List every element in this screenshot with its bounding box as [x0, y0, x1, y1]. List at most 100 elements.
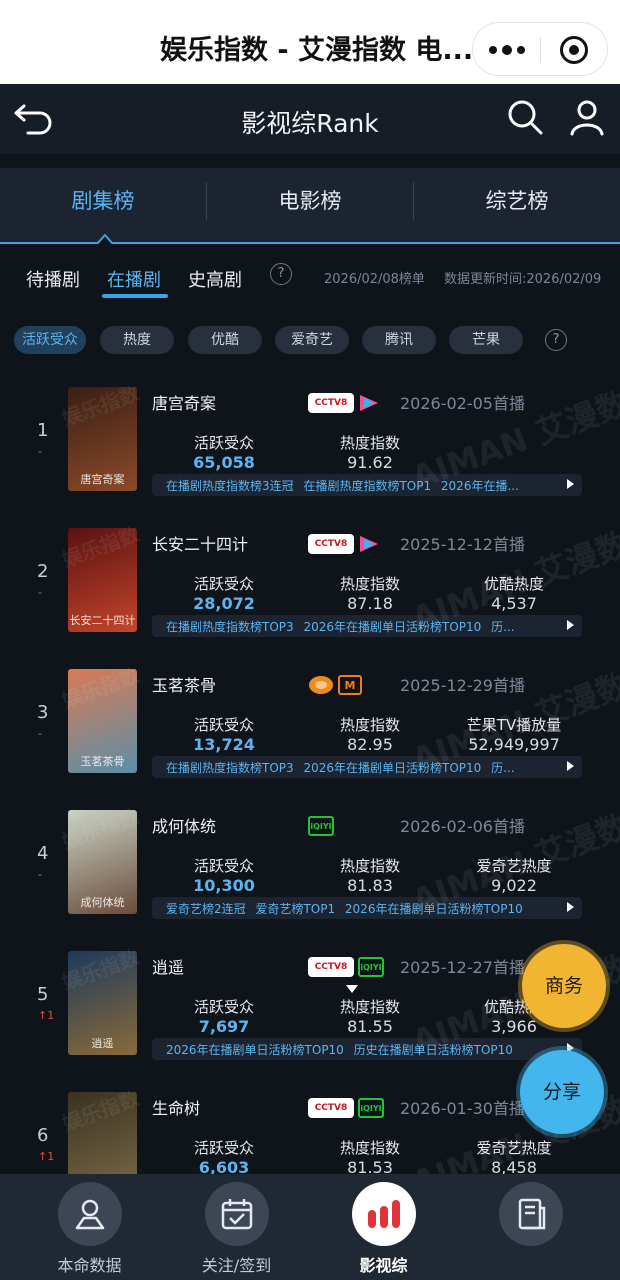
poster-image[interactable]: 唐宫奇案 — [68, 387, 137, 491]
stat-label: 热度指数 — [339, 998, 400, 1016]
list-item[interactable]: 3- 玉茗茶骨 玉茗茶骨 M 2025-12-29首播 活跃受众 13,724 热度指数 82.… — [0, 652, 620, 793]
board-date: 2026/02/08榜单 — [324, 272, 425, 287]
filter-tencent[interactable]: 腾讯 — [362, 326, 436, 354]
show-title[interactable]: 逍遥 — [152, 954, 184, 978]
tab-variety[interactable]: 综艺榜 — [414, 168, 620, 242]
filter-heat[interactable]: 热度 — [100, 326, 174, 354]
stat-value: 87.18 — [347, 594, 393, 613]
subtab-all-time-high[interactable]: 史高剧 — [188, 266, 242, 292]
poster-image[interactable]: 玉茗茶骨 — [68, 669, 137, 773]
poster-image[interactable]: 生命树 — [68, 1092, 137, 1174]
nav-circle — [352, 1182, 416, 1246]
honor-tags-bar[interactable]: 在播剧热度指数榜TOP3 2026年在播剧单日活粉榜TOP10 历... — [152, 615, 582, 637]
show-title[interactable]: 生命树 — [152, 1095, 200, 1119]
more-dots-icon[interactable] — [487, 35, 527, 65]
rank-number: 4 — [37, 843, 49, 864]
subtab-airing[interactable]: 在播剧 — [107, 266, 161, 292]
premiere-date: 2026-02-05首播 — [400, 394, 525, 413]
poster-image[interactable]: 长安二十四计 — [68, 528, 137, 632]
bottom-nav: 本命数据 关注/签到 影视综 — [0, 1174, 620, 1280]
stat-label: 优酷热度 — [483, 575, 544, 593]
platform-logo-icon: iQIYI — [358, 957, 384, 977]
tab-series[interactable]: 剧集榜 — [0, 168, 206, 242]
show-title[interactable]: 玉茗茶骨 — [152, 672, 216, 696]
poster-title: 长安二十四计 — [69, 614, 136, 627]
premiere-date: 2026-01-30首播 — [400, 1099, 525, 1118]
stat-value: 9,022 — [491, 876, 537, 895]
stat-value: 65,058 — [193, 453, 255, 472]
wechat-title-bar: 娱乐指数 - 艾漫指数 电... — [0, 0, 620, 84]
list-item[interactable]: 1- 唐宫奇案 唐宫奇案 CCTV8 2026-02-05首播 活跃受众 65,058 热度指… — [0, 370, 620, 511]
nav-news[interactable] — [453, 1174, 608, 1280]
scroll-down-arrow-icon — [346, 985, 358, 993]
honor-tags: 在播剧热度指数榜3连冠 在播剧热度指数榜TOP1 2026年在播... — [166, 479, 519, 493]
capsule-menu — [472, 22, 608, 76]
honor-tags: 2026年在播剧单日活粉榜TOP10 历史在播剧单日活粉榜TOP10 — [166, 1043, 513, 1057]
share-button[interactable]: 分享 — [520, 1050, 604, 1134]
list-item[interactable]: 4- 成何体统 成何体统 iQIYI 2026-02-06首播 活跃受众 10,300 热度指… — [0, 793, 620, 934]
premiere-date: 2025-12-29首播 — [400, 676, 525, 695]
honor-tags-bar[interactable]: 爱奇艺榜2连冠 爱奇艺榜TOP1 2026年在播剧单日活粉榜TOP10 — [152, 897, 582, 919]
poster-image[interactable]: 逍遥 — [68, 951, 137, 1055]
rank-number: 3 — [37, 702, 49, 723]
subtab-underline — [102, 294, 168, 298]
platform-logo-icon — [358, 534, 380, 554]
business-button[interactable]: 商务 — [522, 944, 606, 1028]
rank-change: ↑1 — [38, 1009, 55, 1022]
premiere-date: 2026-02-06首播 — [400, 817, 525, 836]
poster-title: 逍遥 — [91, 1037, 114, 1050]
nav-circle — [205, 1182, 269, 1246]
platform-logo-icon: iQIYI — [308, 816, 334, 836]
platform-logo-icon: CCTV8 — [308, 534, 354, 554]
search-icon[interactable] — [506, 98, 544, 136]
filter-active-audience[interactable]: 活跃受众 — [14, 326, 86, 354]
chevron-right-icon[interactable] — [567, 479, 574, 489]
honor-tags-bar[interactable]: 2026年在播剧单日活粉榜TOP10 历史在播剧单日活粉榜TOP10 — [152, 1038, 582, 1060]
nav-my-idol-data[interactable]: 本命数据 — [12, 1174, 167, 1280]
stat-label: 活跃受众 — [193, 1139, 254, 1157]
honor-tags: 爱奇艺榜2连冠 爱奇艺榜TOP1 2026年在播剧单日活粉榜TOP10 — [166, 902, 523, 916]
nav-circle — [499, 1182, 563, 1246]
platform-logos: M — [308, 674, 362, 696]
filter-iqiyi[interactable]: 爱奇艺 — [275, 326, 349, 354]
platform-logos: iQIYI — [308, 815, 334, 837]
active-tab-caret-icon — [97, 234, 113, 244]
rank-change: - — [38, 586, 42, 599]
platform-logo-icon: CCTV8 — [308, 393, 354, 413]
list-item[interactable]: 2- 长安二十四计 长安二十四计 CCTV8 2025-12-12首播 活跃受众 28,07… — [0, 511, 620, 652]
filter-chips: 活跃受众 热度 优酷 爱奇艺 腾讯 芒果 ? — [0, 318, 620, 362]
poster-title: 成何体统 — [80, 896, 125, 909]
help-icon[interactable]: ? — [270, 263, 292, 285]
filter-mango[interactable]: 芒果 — [449, 326, 523, 354]
tab-movies[interactable]: 电影榜 — [207, 168, 413, 242]
mini-program-title: 娱乐指数 - 艾漫指数 电... — [160, 35, 474, 66]
nav-label: 影视综 — [359, 1256, 408, 1275]
honor-tags-bar[interactable]: 在播剧热度指数榜3连冠 在播剧热度指数榜TOP1 2026年在播... — [152, 474, 582, 496]
chevron-right-icon[interactable] — [567, 620, 574, 630]
close-target-icon[interactable] — [560, 36, 588, 64]
platform-logos: CCTV8 — [308, 392, 380, 414]
subtab-upcoming[interactable]: 待播剧 — [26, 266, 80, 292]
platform-logo-icon — [308, 675, 334, 695]
premiere-date: 2025-12-27首播 — [400, 958, 525, 977]
stat-label: 热度指数 — [339, 716, 400, 734]
filter-help-icon[interactable]: ? — [545, 329, 567, 351]
chevron-right-icon[interactable] — [567, 761, 574, 771]
nav-follow-checkin[interactable]: 关注/签到 — [159, 1174, 314, 1280]
show-title[interactable]: 成何体统 — [152, 813, 216, 837]
platform-logo-icon — [358, 393, 380, 413]
poster-title: 唐宫奇案 — [80, 473, 125, 486]
show-title[interactable]: 唐宫奇案 — [152, 390, 216, 414]
nav-film-tv-variety[interactable]: 影视综 — [306, 1174, 461, 1280]
platform-logo-icon: iQIYI — [358, 1098, 384, 1118]
user-icon[interactable] — [568, 98, 606, 136]
honor-tags-bar[interactable]: 在播剧热度指数榜TOP3 2026年在播剧单日活粉榜TOP10 历... — [152, 756, 582, 778]
rank-number: 2 — [37, 561, 49, 582]
nav-circle — [58, 1182, 122, 1246]
stat-value: 7,697 — [198, 1017, 250, 1036]
filter-youku[interactable]: 优酷 — [188, 326, 262, 354]
poster-image[interactable]: 成何体统 — [68, 810, 137, 914]
show-title[interactable]: 长安二十四计 — [152, 531, 248, 555]
bar-chart-icon — [368, 1200, 400, 1228]
chevron-right-icon[interactable] — [567, 902, 574, 912]
